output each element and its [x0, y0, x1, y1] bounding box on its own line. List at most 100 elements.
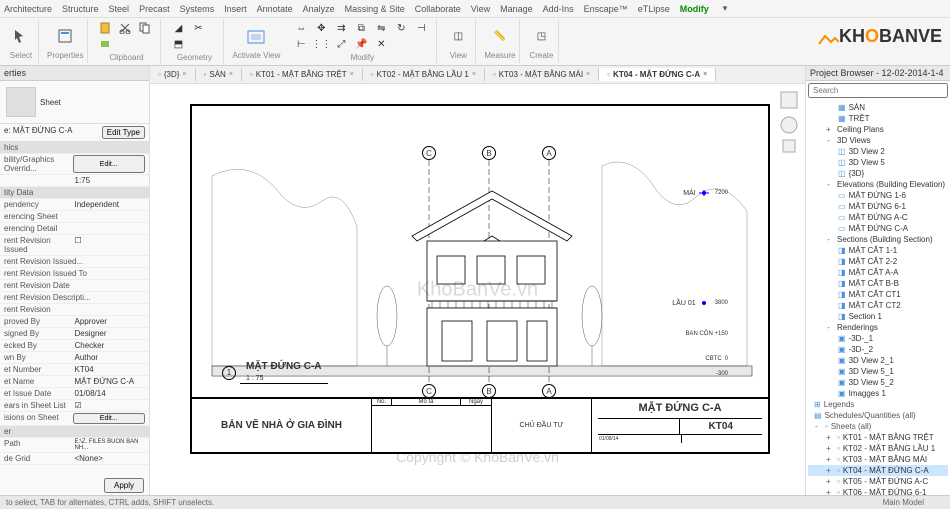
copy-mod-button[interactable]: ⧉	[352, 21, 370, 35]
tree-item[interactable]: -Renderings	[808, 322, 948, 333]
tree-item[interactable]: ◨Section 1	[808, 311, 948, 322]
paste-button[interactable]	[96, 21, 114, 35]
ribbon-tab-structure[interactable]: Structure	[62, 4, 99, 14]
view-button[interactable]: ◫	[445, 23, 471, 49]
mirror-button[interactable]: ⇋	[372, 21, 390, 35]
nav-bar[interactable]	[779, 90, 799, 193]
tree-item[interactable]: ▣3D View 2_1	[808, 355, 948, 366]
view-tabs: ▫{3D}×▫SÀN×▫KT01 - MẶT BẰNG TRỆT×▫KT02 -…	[150, 66, 805, 84]
drawing-canvas[interactable]: C B A	[150, 84, 805, 495]
tree-item[interactable]: -3D Views	[808, 135, 948, 146]
tree-item[interactable]: ◨MẶT CẮT 2-2	[808, 256, 948, 267]
activate-view-button[interactable]	[243, 24, 269, 50]
view-tab[interactable]: ▫KT04 - MẶT ĐỨNG C-A×	[599, 68, 716, 81]
tree-item[interactable]: ▣Imagges 1	[808, 388, 948, 399]
type-selector[interactable]: e: MẶT ĐỨNG C-A	[4, 126, 102, 139]
ribbon-tab-etlipse[interactable]: eTLipse	[638, 4, 670, 14]
tree-item[interactable]: ▣3D View 5_1	[808, 366, 948, 377]
tree-item[interactable]: -▫Sheets (all)	[808, 421, 948, 432]
tree-item[interactable]: +▫KT05 - MẶT ĐỨNG A-C	[808, 476, 948, 487]
tree-item[interactable]: ⊞Legends	[808, 399, 948, 410]
grid-bubble-a-bot: A	[542, 384, 556, 398]
ribbon-tab-precast[interactable]: Precast	[139, 4, 170, 14]
tree-item[interactable]: ▭MẶT ĐỨNG 1-6	[808, 190, 948, 201]
tree-item[interactable]: +▫KT02 - MẶT BẰNG LẦU 1	[808, 443, 948, 454]
ribbon-tab-systems[interactable]: Systems	[180, 4, 215, 14]
edit-vg-button[interactable]: Edit...	[73, 155, 146, 173]
tree-item[interactable]: ◨MẶT CẮT 1-1	[808, 245, 948, 256]
measure-button[interactable]: 📏	[487, 23, 513, 49]
cope-button[interactable]: ◢	[169, 21, 187, 35]
join-button[interactable]: ⬒	[169, 37, 187, 51]
pin-button[interactable]: 📌	[352, 37, 370, 51]
trim-button[interactable]: ⊣	[412, 21, 430, 35]
ribbon-tab-view[interactable]: View	[471, 4, 490, 14]
close-tab-icon[interactable]: ×	[472, 71, 476, 78]
ribbon-tab-analyze[interactable]: Analyze	[303, 4, 335, 14]
apply-button[interactable]: Apply	[104, 478, 144, 493]
ribbon-tab-annotate[interactable]: Annotate	[257, 4, 293, 14]
tree-item[interactable]: ◨MẶT CẮT CT2	[808, 300, 948, 311]
ribbon-tab-enscape-[interactable]: Enscape™	[584, 4, 628, 14]
view-tab[interactable]: ▫KT01 - MẶT BẰNG TRỆT×	[242, 68, 363, 81]
tree-item[interactable]: ◨MẶT CẮT A-A	[808, 267, 948, 278]
cut-button[interactable]	[116, 21, 134, 35]
ribbon-tab-architecture[interactable]: Architecture	[4, 4, 52, 14]
align-button[interactable]: ⇔	[292, 21, 310, 35]
tree-item[interactable]: +▫KT04 - MẶT ĐỨNG C-A	[808, 465, 948, 476]
close-tab-icon[interactable]: ×	[182, 71, 186, 78]
tree-item[interactable]: ◨MẶT CẮT CT1	[808, 289, 948, 300]
tree-item[interactable]: -Sections (Building Section)	[808, 234, 948, 245]
view-tab[interactable]: ▫SÀN×	[196, 68, 242, 81]
ribbon-tab-modify[interactable]: Modify	[680, 4, 709, 14]
tree-item[interactable]: +▫KT03 - MẶT BẰNG MÁI	[808, 454, 948, 465]
delete-button[interactable]: ✕	[372, 37, 390, 51]
tree-item[interactable]: ▤Schedules/Quantities (all)	[808, 410, 948, 421]
split-button[interactable]: ⊢	[292, 37, 310, 51]
tree-item[interactable]: ◫3D View 2	[808, 146, 948, 157]
close-tab-icon[interactable]: ×	[229, 71, 233, 78]
tree-item[interactable]: +▫KT06 - MẶT ĐỨNG 6-1	[808, 487, 948, 495]
tree-item[interactable]: ◫3D View 5	[808, 157, 948, 168]
ribbon-tab-steel[interactable]: Steel	[109, 4, 130, 14]
rotate-button[interactable]: ↻	[392, 21, 410, 35]
modify-button[interactable]	[8, 23, 34, 49]
tree-item[interactable]: ▣-3D-_1	[808, 333, 948, 344]
copy-button[interactable]	[136, 21, 154, 35]
tree-item[interactable]: ▭MẶT ĐỨNG C-A	[808, 223, 948, 234]
tree-item[interactable]: +Ceiling Plans	[808, 124, 948, 135]
close-tab-icon[interactable]: ×	[350, 71, 354, 78]
edit-type-button[interactable]: Edit Type	[102, 126, 145, 139]
view-tab[interactable]: ▫KT02 - MẶT BẰNG LẦU 1×	[363, 68, 485, 81]
3d-icon: ◫	[838, 147, 846, 156]
tree-item[interactable]: ◫{3D}	[808, 168, 948, 179]
match-button[interactable]	[96, 37, 114, 51]
properties-button[interactable]	[52, 23, 78, 49]
tree-item[interactable]: -Elevations (Building Elevation)	[808, 179, 948, 190]
offset-button[interactable]: ⇉	[332, 21, 350, 35]
tree-item[interactable]: ▭MẶT ĐỨNG A-C	[808, 212, 948, 223]
view-tab[interactable]: ▫{3D}×	[150, 68, 196, 81]
tree-item[interactable]: ▣-3D-_2	[808, 344, 948, 355]
tree-item[interactable]: ◨MẶT CẮT B-B	[808, 278, 948, 289]
tree-item[interactable]: ▭MẶT ĐỨNG 6-1	[808, 201, 948, 212]
ribbon-tab-massing-site[interactable]: Massing & Site	[345, 4, 405, 14]
view-tab[interactable]: ▫KT03 - MẶT BẰNG MÁI×	[485, 68, 599, 81]
edit-rev-button[interactable]: Edit...	[73, 413, 146, 424]
scale-button[interactable]: ⤢	[332, 37, 350, 51]
tree-item[interactable]: ▦TRỆT	[808, 113, 948, 124]
ribbon-tab-add-ins[interactable]: Add-Ins	[543, 4, 574, 14]
tree-item[interactable]: ▣3D View 5_2	[808, 377, 948, 388]
close-tab-icon[interactable]: ×	[586, 71, 590, 78]
tree-item[interactable]: ▦SÀN	[808, 102, 948, 113]
move-button[interactable]: ✥	[312, 21, 330, 35]
create-button[interactable]: ◳	[528, 23, 554, 49]
tree-item[interactable]: +▫KT01 - MẶT BẰNG TRỆT	[808, 432, 948, 443]
ribbon-tab-manage[interactable]: Manage	[500, 4, 533, 14]
cut-geom-button[interactable]: ✂	[189, 21, 207, 35]
browser-search[interactable]	[808, 83, 948, 98]
ribbon-tab-collaborate[interactable]: Collaborate	[415, 4, 461, 14]
ribbon-tab-insert[interactable]: Insert	[224, 4, 247, 14]
close-tab-icon[interactable]: ×	[703, 71, 707, 78]
array-button[interactable]: ⋮⋮	[312, 37, 330, 51]
